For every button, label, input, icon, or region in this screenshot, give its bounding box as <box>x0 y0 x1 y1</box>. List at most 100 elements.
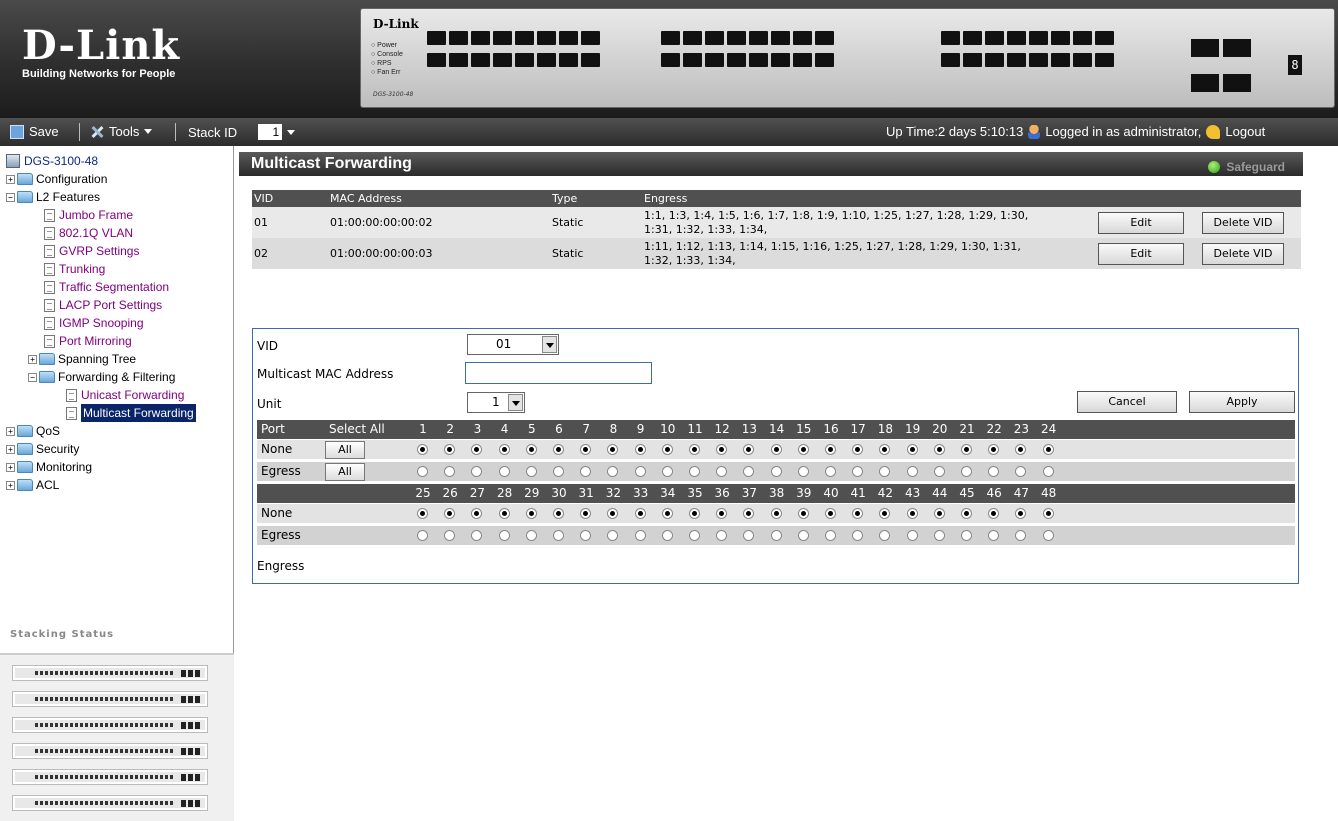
multicast-mac-input[interactable] <box>465 362 652 384</box>
chevron-down-icon[interactable] <box>542 336 557 353</box>
port-radio[interactable] <box>525 466 537 477</box>
stack-unit-icon[interactable] <box>12 795 208 811</box>
port-radio[interactable] <box>933 444 945 455</box>
port-radio[interactable] <box>906 444 918 455</box>
port-radio[interactable] <box>417 466 428 477</box>
port-radio[interactable] <box>933 530 945 541</box>
tree-item-trunking[interactable]: Trunking <box>6 260 234 278</box>
tree-item-label[interactable]: IGMP Snooping <box>59 314 144 332</box>
port-radio[interactable] <box>716 508 728 519</box>
tools-menu[interactable]: Tools <box>90 124 153 139</box>
port-radio[interactable] <box>498 530 510 541</box>
edit-button[interactable]: Edit <box>1098 243 1184 265</box>
port-radio[interactable] <box>661 530 673 541</box>
port-radio[interactable] <box>525 444 537 455</box>
port-radio[interactable] <box>634 508 646 519</box>
port-radio[interactable] <box>553 508 564 519</box>
tree-root-label[interactable]: DGS-3100-48 <box>24 152 98 170</box>
port-radio[interactable] <box>553 444 564 455</box>
tree-item-multicast-forwarding[interactable]: Multicast Forwarding <box>6 404 234 422</box>
port-radio[interactable] <box>553 530 564 541</box>
port-radio[interactable] <box>1015 466 1027 477</box>
port-radio[interactable] <box>770 466 782 477</box>
port-radio[interactable] <box>716 444 728 455</box>
port-radio[interactable] <box>634 530 646 541</box>
expand-icon[interactable]: + <box>6 444 15 454</box>
port-radio[interactable] <box>417 530 428 541</box>
port-radio[interactable] <box>879 530 891 541</box>
tree-item-label[interactable]: GVRP Settings <box>59 242 139 260</box>
port-radio[interactable] <box>961 508 972 519</box>
port-radio[interactable] <box>743 508 755 519</box>
port-radio[interactable] <box>906 466 918 477</box>
port-radio[interactable] <box>417 444 428 455</box>
port-radio[interactable] <box>689 530 700 541</box>
port-radio[interactable] <box>961 530 972 541</box>
port-radio[interactable] <box>825 444 836 455</box>
port-radio[interactable] <box>580 444 592 455</box>
tree-node-configuration[interactable]: + Configuration <box>6 170 234 188</box>
port-radio[interactable] <box>743 530 755 541</box>
chevron-down-icon[interactable] <box>508 394 523 411</box>
delete-vid-button[interactable]: Delete VID <box>1202 243 1284 265</box>
tree-item-label[interactable]: Unicast Forwarding <box>81 386 184 404</box>
tree-item-gvrp-settings[interactable]: GVRP Settings <box>6 242 234 260</box>
tree-item-label[interactable]: LACP Port Settings <box>59 296 162 314</box>
tree-node-label[interactable]: Spanning Tree <box>58 350 136 368</box>
tree-root[interactable]: DGS-3100-48 <box>6 152 234 170</box>
port-radio[interactable] <box>770 444 782 455</box>
port-radio[interactable] <box>471 466 483 477</box>
port-radio[interactable] <box>1015 530 1027 541</box>
port-radio[interactable] <box>580 530 592 541</box>
stack-unit-icon[interactable] <box>12 743 208 759</box>
tree-node-acl[interactable]: + ACL <box>6 476 234 494</box>
port-radio[interactable] <box>498 508 510 519</box>
port-radio[interactable] <box>1042 444 1054 455</box>
port-radio[interactable] <box>852 508 864 519</box>
expand-icon[interactable]: + <box>6 174 15 184</box>
stack-unit-icon[interactable] <box>12 769 208 785</box>
port-radio[interactable] <box>661 466 673 477</box>
port-radio[interactable] <box>716 530 728 541</box>
port-radio[interactable] <box>417 508 428 519</box>
tree-node-label[interactable]: Forwarding & Filtering <box>58 368 175 386</box>
port-radio[interactable] <box>634 466 646 477</box>
port-radio[interactable] <box>498 444 510 455</box>
port-radio[interactable] <box>1015 508 1027 519</box>
tree-node-label[interactable]: Monitoring <box>36 458 92 476</box>
tree-item-label[interactable]: 802.1Q VLAN <box>59 224 133 242</box>
tree-node-spanning-tree[interactable]: + Spanning Tree <box>6 350 234 368</box>
tree-item-lacp-port-settings[interactable]: LACP Port Settings <box>6 296 234 314</box>
port-radio[interactable] <box>743 444 755 455</box>
chevron-down-icon[interactable] <box>287 129 296 135</box>
unit-select[interactable]: 1 <box>467 392 525 413</box>
tree-node-label[interactable]: L2 Features <box>36 188 100 206</box>
tree-node-label[interactable]: Configuration <box>36 170 107 188</box>
port-radio[interactable] <box>1042 530 1054 541</box>
port-radio[interactable] <box>797 530 809 541</box>
tree-item-unicast-forwarding[interactable]: Unicast Forwarding <box>6 386 234 404</box>
port-radio[interactable] <box>933 466 945 477</box>
port-radio[interactable] <box>879 466 891 477</box>
tree-node-label[interactable]: ACL <box>36 476 59 494</box>
save-button[interactable]: Save <box>10 124 59 139</box>
tree-item-8021q-vlan[interactable]: 802.1Q VLAN <box>6 224 234 242</box>
port-radio[interactable] <box>689 508 700 519</box>
port-radio[interactable] <box>961 466 972 477</box>
collapse-icon[interactable]: − <box>28 372 37 382</box>
tree-node-monitoring[interactable]: + Monitoring <box>6 458 234 476</box>
all-none-button[interactable]: All <box>325 441 365 459</box>
port-radio[interactable] <box>471 444 483 455</box>
port-radio[interactable] <box>988 466 1000 477</box>
port-radio[interactable] <box>961 444 972 455</box>
port-radio[interactable] <box>607 530 619 541</box>
port-radio[interactable] <box>797 444 809 455</box>
tree-item-label[interactable]: Port Mirroring <box>59 332 132 350</box>
tree-item-traffic-segmentation[interactable]: Traffic Segmentation <box>6 278 234 296</box>
port-radio[interactable] <box>607 444 619 455</box>
port-radio[interactable] <box>825 530 836 541</box>
logout-icon[interactable] <box>1206 124 1221 139</box>
collapse-icon[interactable]: − <box>6 192 15 202</box>
port-radio[interactable] <box>906 508 918 519</box>
port-radio[interactable] <box>525 508 537 519</box>
